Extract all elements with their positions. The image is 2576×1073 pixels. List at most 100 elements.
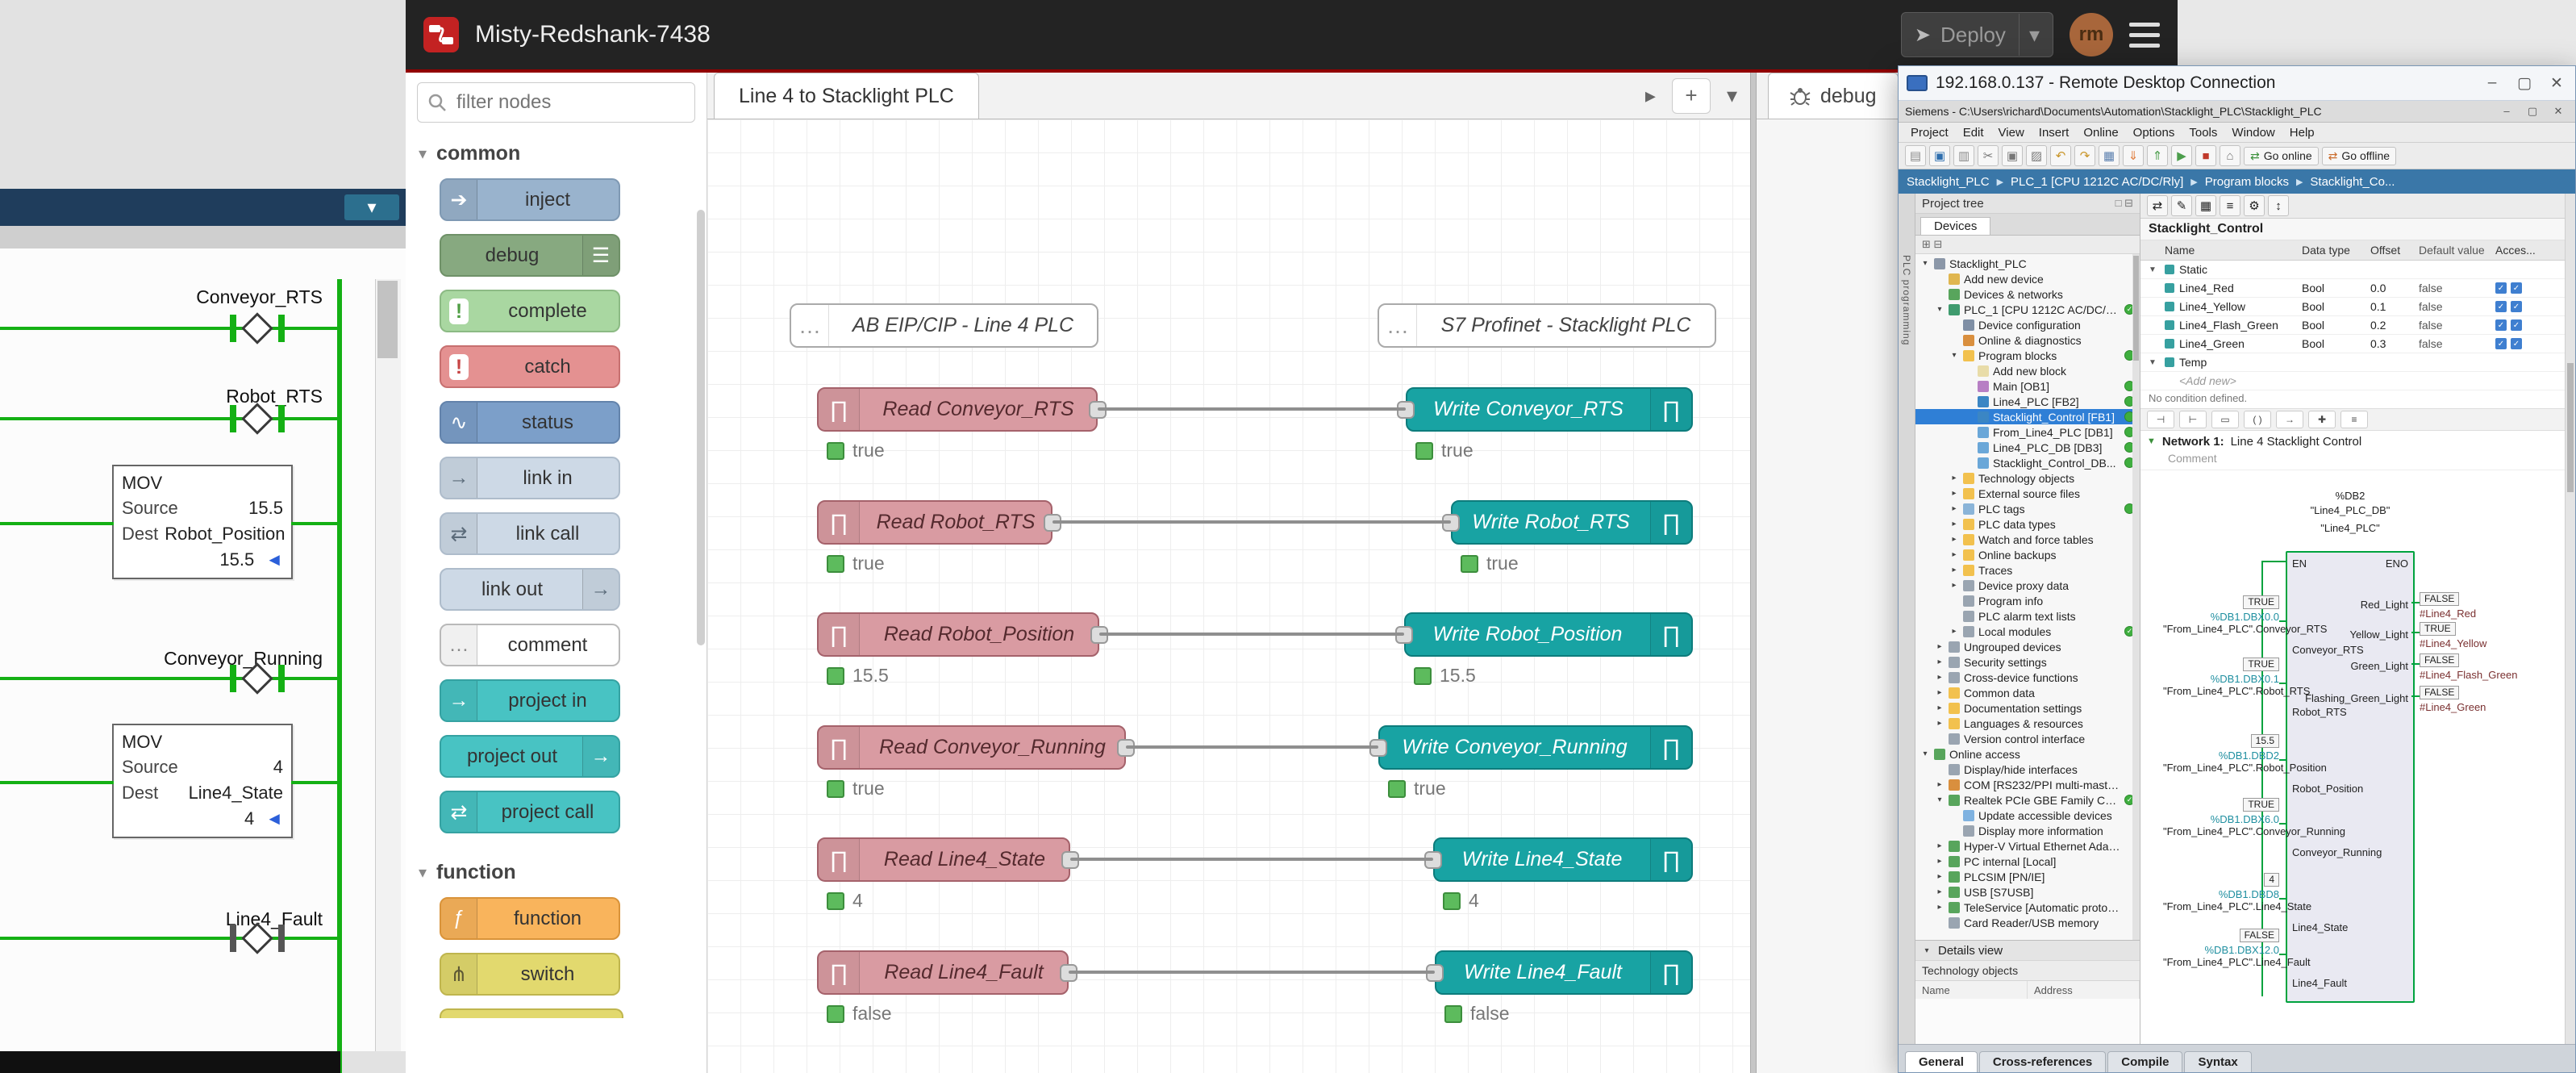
sidebar-splitter[interactable] xyxy=(1750,73,1757,1073)
tree-item[interactable]: Stacklight_Control [FB1] xyxy=(1915,409,2140,424)
editor-tool-icon[interactable]: ⇄ xyxy=(2147,195,2168,216)
tree-item[interactable]: ▸ Device proxy data xyxy=(1915,578,2140,593)
output-operand[interactable]: FALSE #Line4_Red xyxy=(2420,592,2541,620)
tree-item[interactable]: Online & diagnostics xyxy=(1915,332,2140,348)
palette-node[interactable]: ! catch xyxy=(440,345,620,388)
read-node[interactable]: ∏ Read Conveyor_RTS xyxy=(817,387,1098,432)
expander-icon[interactable]: ▸ xyxy=(1949,550,1959,559)
menu-item[interactable]: Window xyxy=(2224,126,2282,140)
tree-item[interactable]: ▾ Realtek PCIe GBE Family Con... ✓ xyxy=(1915,792,2140,808)
checkbox-checked[interactable]: ✓ xyxy=(2495,282,2507,294)
tab-devices[interactable]: Devices xyxy=(1920,217,1990,235)
editor-tool-icon[interactable]: ▦ xyxy=(2195,195,2216,216)
main-menu-button[interactable] xyxy=(2129,23,2160,48)
ladder-scrollbar[interactable] xyxy=(375,279,401,1051)
chevron-down-icon[interactable]: ▾ xyxy=(344,194,399,220)
toolbar-icon[interactable]: ↷ xyxy=(2074,145,2095,166)
ladder-contact[interactable] xyxy=(230,663,285,694)
palette-node[interactable]: ➔ inject xyxy=(440,178,620,221)
variable-row[interactable]: Line4_Yellow Bool 0.1 false ✓✓ xyxy=(2140,298,2575,316)
toolbar-icon[interactable]: ▨ xyxy=(2026,145,2047,166)
group-marker[interactable]: ▼ xyxy=(2140,265,2165,274)
network-header[interactable]: ▼ Network 1: Line 4 Stacklight Control xyxy=(2140,431,2575,452)
toolbar-icon[interactable]: ✂ xyxy=(1978,145,1999,166)
variable-row[interactable]: Line4_Red Bool 0.0 false ✓✓ xyxy=(2140,279,2575,298)
toolbar-icon[interactable]: ⇑ xyxy=(2147,145,2168,166)
write-node[interactable]: ∏ Write Line4_State xyxy=(1433,837,1693,882)
inspector-tab[interactable]: Cross-references xyxy=(1979,1051,2106,1072)
tree-item[interactable]: Display more information xyxy=(1915,823,2140,838)
details-view-header[interactable]: ▾ Details view xyxy=(1915,940,2140,960)
tree-item[interactable]: ▸ Traces xyxy=(1915,562,2140,578)
write-node[interactable]: ∏ Write Robot_Position xyxy=(1404,612,1693,657)
tree-item[interactable]: ▾ PLC_1 [CPU 1212C AC/DC/Rly] ✓ xyxy=(1915,302,2140,317)
wire[interactable] xyxy=(1070,858,1433,861)
toolbar-icon[interactable]: ▤ xyxy=(1905,145,1926,166)
inspector-tab[interactable]: General xyxy=(1905,1051,1978,1072)
palette-node[interactable]: ! complete xyxy=(440,290,620,332)
expander-icon[interactable]: ▸ xyxy=(1949,474,1959,482)
ladder-contact[interactable] xyxy=(230,313,285,344)
palette-node[interactable]: … comment xyxy=(440,624,620,666)
expander-icon[interactable]: ▾ xyxy=(1935,795,1945,804)
tree-item[interactable]: ▾ Online access xyxy=(1915,746,2140,762)
network-comment[interactable]: Comment xyxy=(2140,452,2575,470)
ladder-element-button[interactable]: ( ) xyxy=(2244,411,2271,428)
tree-item[interactable]: ▸ Technology objects xyxy=(1915,470,2140,486)
menu-item[interactable]: Edit xyxy=(1956,126,1991,140)
read-node[interactable]: ∏ Read Line4_State xyxy=(817,837,1070,882)
variable-row[interactable]: Line4_Green Bool 0.3 false ✓✓ xyxy=(2140,335,2575,353)
write-node[interactable]: ∏ Write Line4_Fault xyxy=(1435,950,1693,995)
palette-node[interactable]: ∿ status xyxy=(440,401,620,444)
toolbar-icon[interactable]: ▣ xyxy=(1929,145,1950,166)
palette-node[interactable]: → link in xyxy=(440,457,620,499)
checkbox-checked[interactable]: ✓ xyxy=(2495,301,2507,312)
read-node[interactable]: ∏ Read Robot_Position xyxy=(817,612,1099,657)
output-operand[interactable]: FALSE #Line4_Flash_Green xyxy=(2420,653,2541,681)
fbd-diagram[interactable]: %DB2 "Line4_PLC_DB" "Line4_PLC" EN ENO T… xyxy=(2140,470,2575,1044)
palette-node[interactable]: ⇄ project call xyxy=(440,791,620,833)
output-operand[interactable]: FALSE #Line4_Green xyxy=(2420,686,2541,713)
toolbar-icon[interactable]: ▶ xyxy=(2171,145,2192,166)
inspector-tab[interactable]: Syntax xyxy=(2184,1051,2251,1072)
menu-item[interactable]: Help xyxy=(2282,126,2322,140)
output-operand[interactable]: TRUE #Line4_Yellow xyxy=(2420,622,2541,649)
tree-item[interactable]: Update accessible devices xyxy=(1915,808,2140,823)
tree-item[interactable]: Card Reader/USB memory xyxy=(1915,915,2140,930)
tree-item[interactable]: Line4_PLC_DB [DB3] xyxy=(1915,440,2140,455)
variable-row[interactable]: ▼ Temp ✓✓ xyxy=(2140,353,2575,372)
rdp-titlebar[interactable]: 192.168.0.137 - Remote Desktop Connectio… xyxy=(1899,66,2575,101)
checkbox-checked[interactable]: ✓ xyxy=(2495,338,2507,349)
input-operand[interactable]: 4 %DB1.DBD8 "From_Line4_PLC".Line4_State xyxy=(2163,873,2279,912)
tree-item[interactable]: ▸ External source files xyxy=(1915,486,2140,501)
tree-mini-toolbar[interactable]: ⊞ ⊟ xyxy=(1915,236,2140,254)
column-name[interactable]: Name xyxy=(2165,244,2302,257)
input-operand[interactable]: TRUE %DB1.DBX0.0 "From_Line4_PLC".Convey… xyxy=(2163,595,2279,635)
user-avatar[interactable]: rm xyxy=(2070,13,2113,56)
palette-node[interactable]: ⇄ link call xyxy=(440,512,620,555)
input-operand[interactable]: FALSE %DB1.DBX12.0 "From_Line4_PLC".Line… xyxy=(2163,929,2279,968)
ladder-element-button[interactable]: → xyxy=(2276,411,2303,428)
tree-item[interactable]: Device configuration xyxy=(1915,317,2140,332)
add-flow-button[interactable]: + xyxy=(1672,78,1711,114)
read-node[interactable]: ∏ Read Robot_RTS xyxy=(817,500,1052,545)
toolbar-icon[interactable]: ▣ xyxy=(2002,145,2023,166)
ladder-mov-block[interactable]: MOV Source4 DestLine4_State 4◄ xyxy=(112,724,293,838)
checkbox-checked[interactable]: ✓ xyxy=(2511,319,2522,331)
palette-node[interactable]: → project out xyxy=(440,735,620,778)
toolbar-icon[interactable]: ⌂ xyxy=(2220,145,2240,166)
column-datatype[interactable]: Data type xyxy=(2302,244,2370,257)
expander-icon[interactable]: ▸ xyxy=(1949,489,1959,498)
tree-item[interactable]: ▸ Cross-device functions xyxy=(1915,670,2140,685)
breadcrumb-item[interactable]: PLC_1 [CPU 1212C AC/DC/Rly] xyxy=(1990,175,2184,189)
expander-icon[interactable]: ▸ xyxy=(1935,658,1945,666)
input-operand[interactable]: TRUE %DB1.DBX6.0 "From_Line4_PLC".Convey… xyxy=(2163,798,2279,837)
palette-node[interactable]: → link out xyxy=(440,568,620,611)
tree-item[interactable]: Devices & networks xyxy=(1915,286,2140,302)
ladder-mov-block[interactable]: MOV Source15.5 DestRobot_Position 15.5◄ xyxy=(112,465,293,579)
details-view-subpanel[interactable]: Technology objects xyxy=(1915,960,2140,980)
tree-item[interactable]: Add new device xyxy=(1915,271,2140,286)
run-icon[interactable]: ▸ xyxy=(1645,83,1656,108)
wire[interactable] xyxy=(1098,407,1406,411)
editor-tool-icon[interactable]: ⚙ xyxy=(2244,195,2265,216)
